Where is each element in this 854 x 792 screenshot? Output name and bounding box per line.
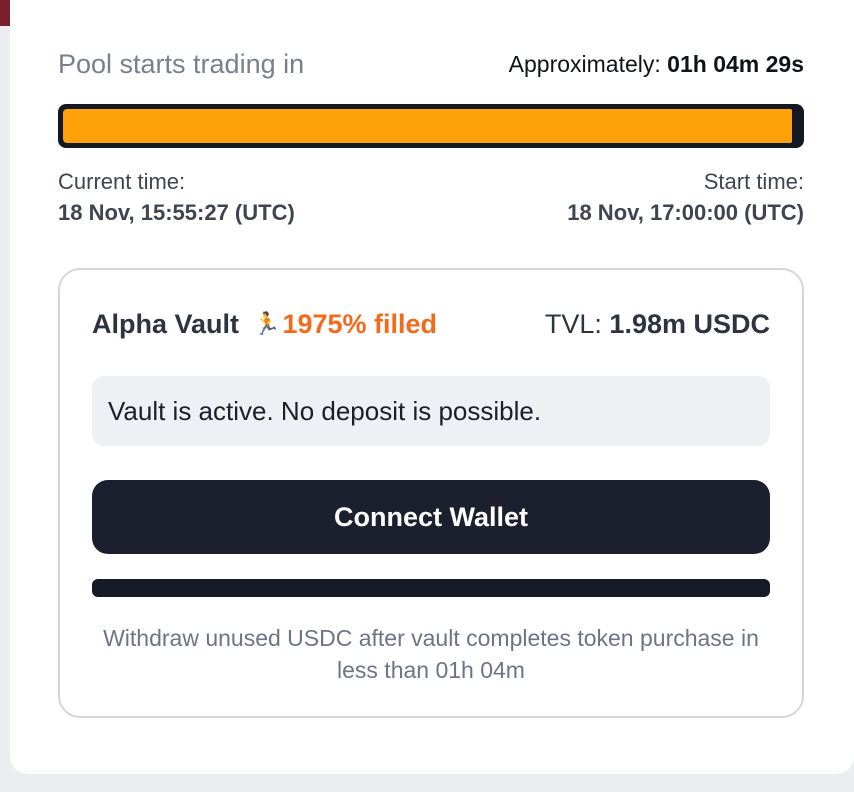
- tvl-label: TVL:: [544, 308, 602, 339]
- vault-tvl: TVL: 1.98m USDC: [545, 309, 770, 340]
- vault-header: Alpha Vault 🏃 1975% filled TVL: 1.98m US…: [92, 306, 770, 342]
- pool-start-label: Pool starts trading in: [58, 48, 305, 79]
- alpha-vault-panel: Alpha Vault 🏃 1975% filled TVL: 1.98m US…: [58, 268, 804, 718]
- start-time-block: Start time: 18 Nov, 17:00:00 (UTC): [567, 166, 804, 228]
- current-time-block: Current time: 18 Nov, 15:55:27 (UTC): [58, 166, 295, 228]
- vault-progress-bar: [92, 579, 770, 597]
- countdown-progress-fill: [63, 109, 792, 143]
- start-time-value: 18 Nov, 17:00:00 (UTC): [567, 200, 804, 225]
- current-time-label: Current time:: [58, 169, 186, 194]
- countdown-value: 01h 04m 29s: [667, 50, 804, 77]
- vault-title: Alpha Vault 🏃 1975% filled: [92, 309, 437, 340]
- countdown-header: Pool starts trading in Approximately: 01…: [58, 46, 804, 82]
- vault-status-message: Vault is active. No deposit is possible.: [92, 376, 770, 446]
- tvl-value: 1.98m USDC: [609, 308, 770, 339]
- pool-launch-card: Pool starts trading in Approximately: 01…: [10, 0, 854, 774]
- current-time-value: 18 Nov, 15:55:27 (UTC): [58, 200, 295, 225]
- connect-wallet-button[interactable]: Connect Wallet: [92, 480, 770, 554]
- approx-countdown: Approximately: 01h 04m 29s: [509, 51, 804, 78]
- start-time-label: Start time:: [703, 169, 804, 194]
- vault-filled-percentage: 1975% filled: [282, 308, 438, 339]
- approx-label: Approximately:: [508, 50, 661, 77]
- withdraw-note: Withdraw unused USDC after vault complet…: [103, 625, 759, 683]
- countdown-progress-bar: [58, 104, 804, 148]
- vault-name: Alpha Vault: [92, 308, 240, 339]
- runner-icon: 🏃: [253, 311, 281, 336]
